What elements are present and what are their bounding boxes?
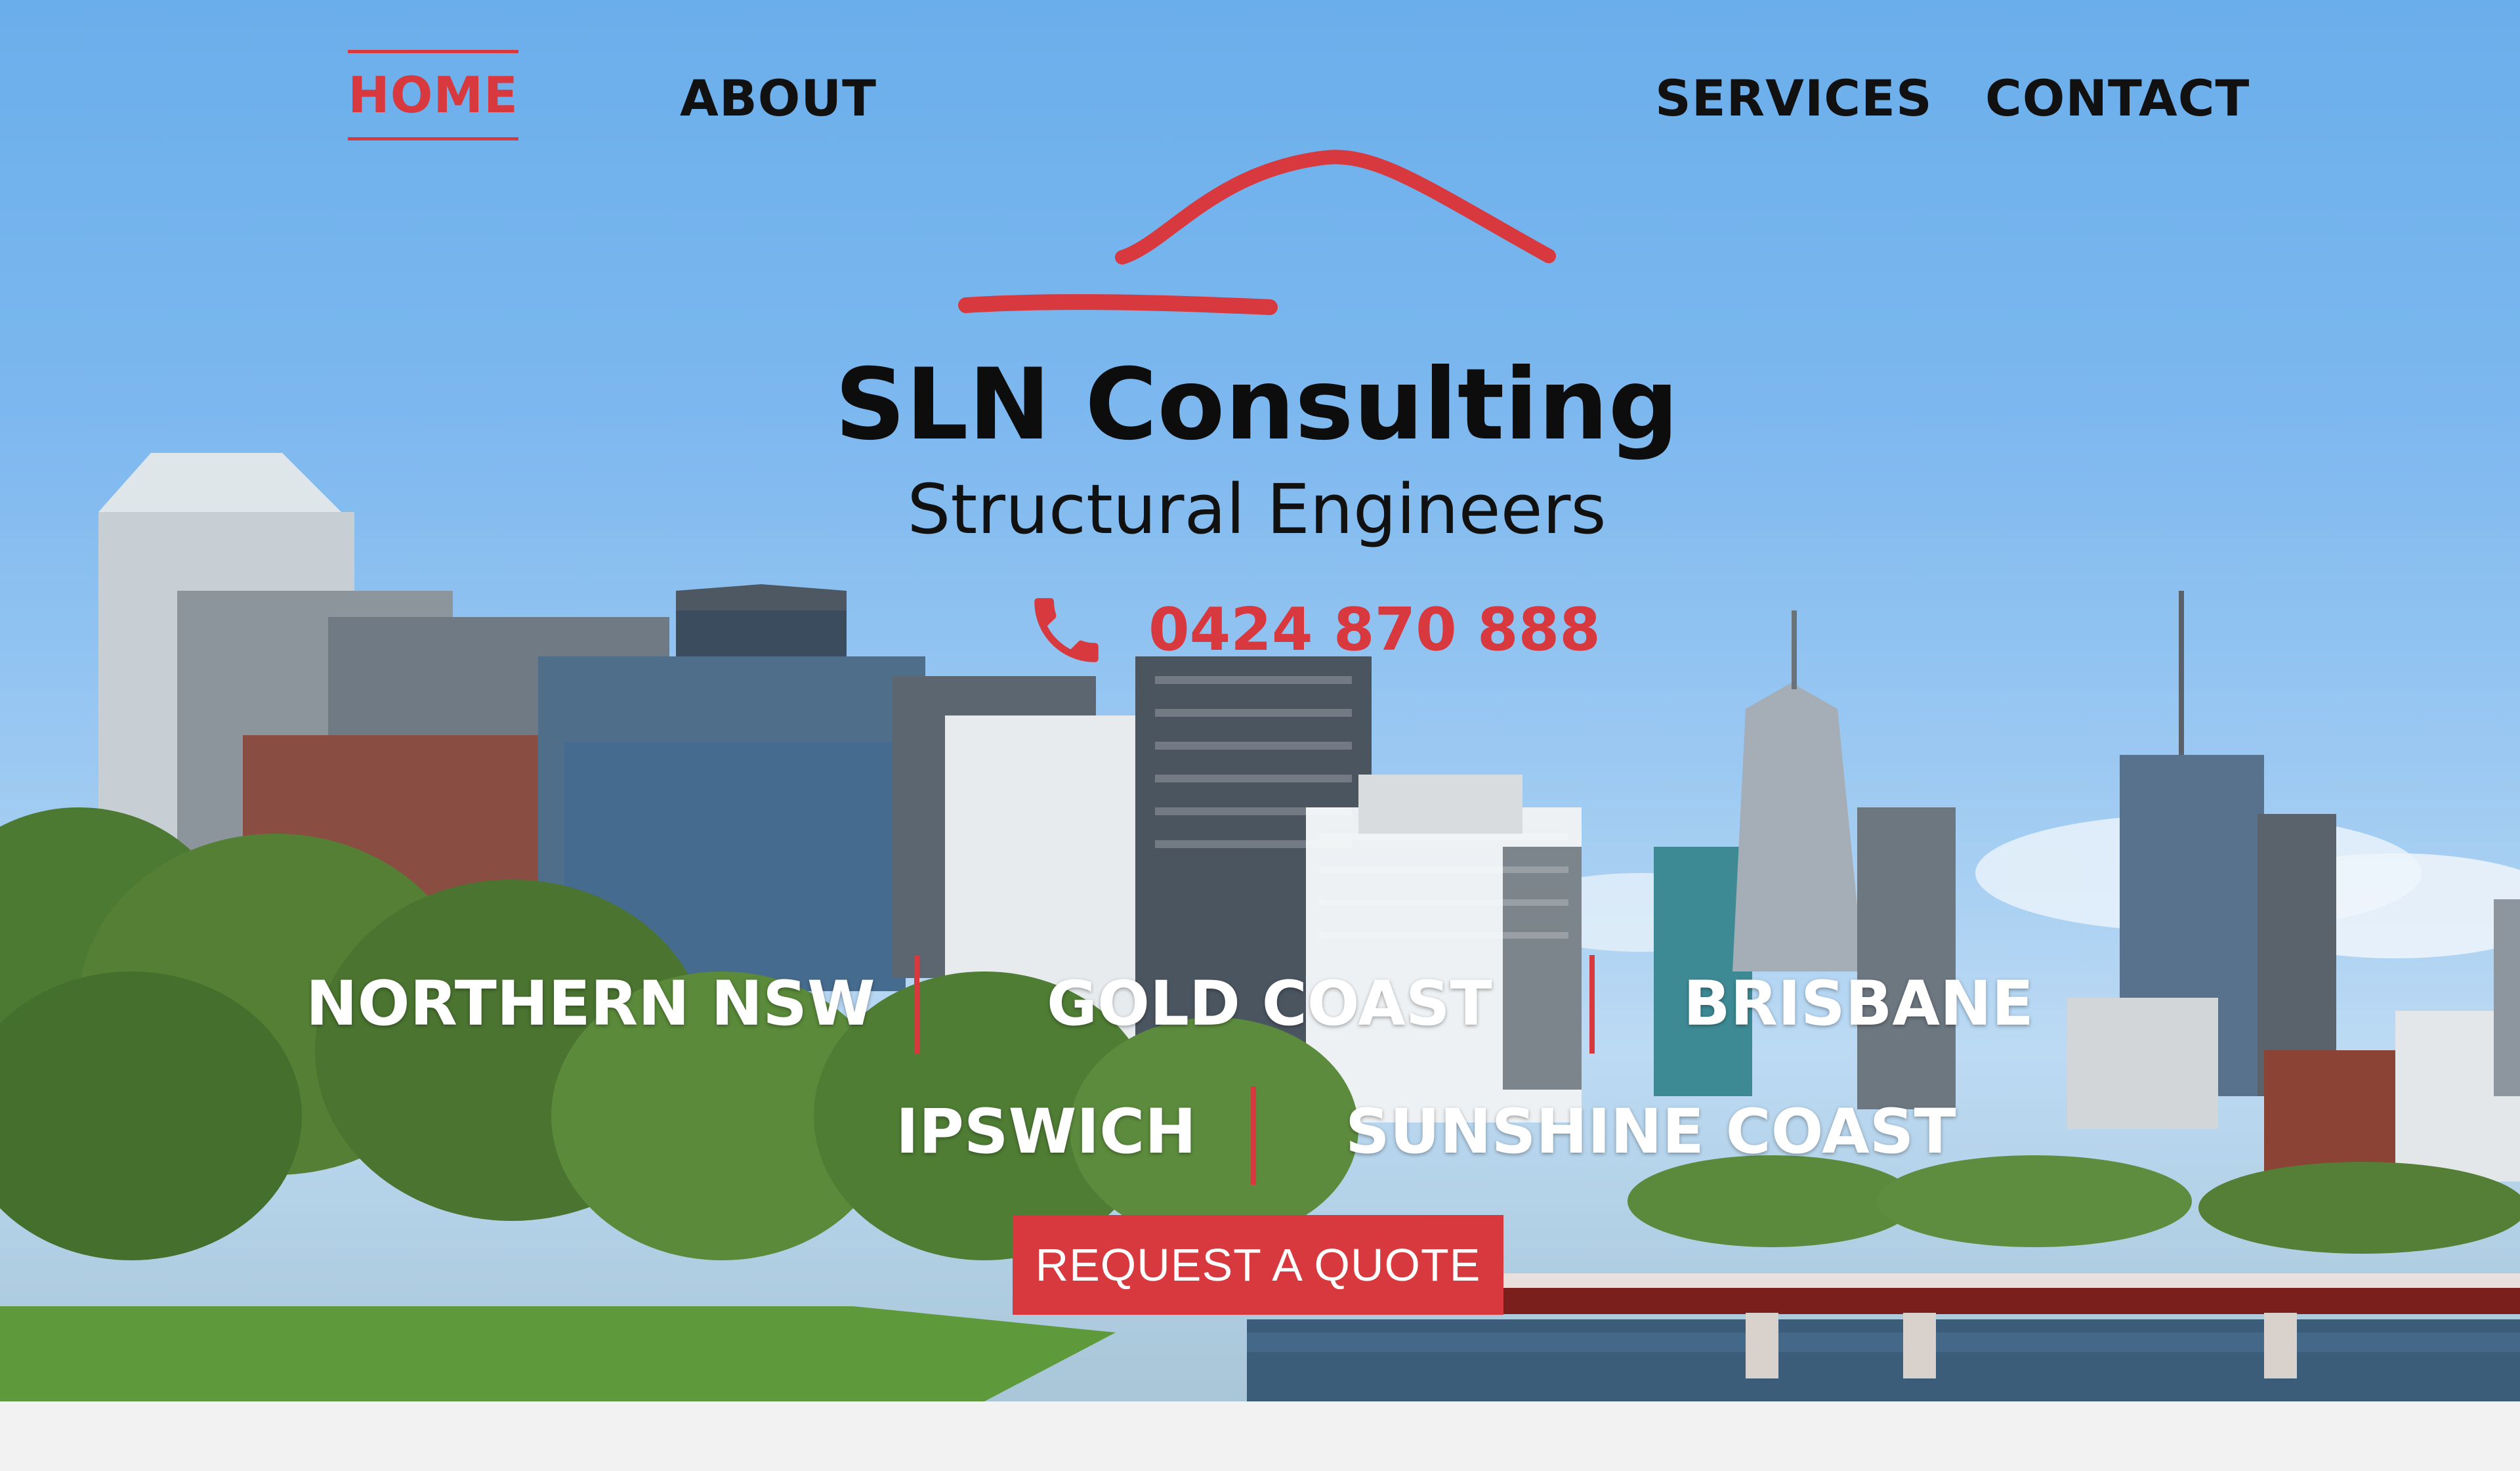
nav-services[interactable]: SERVICES — [1655, 66, 1933, 131]
nav-about[interactable]: ABOUT — [680, 66, 877, 131]
phone-link[interactable]: 0424 870 888 — [1024, 584, 1601, 676]
phone-number[interactable]: 0424 870 888 — [1148, 584, 1601, 676]
region-sunshine-coast: SUNSHINE COAST — [1345, 1096, 1956, 1168]
request-quote-button[interactable]: REQUEST A QUOTE — [1013, 1215, 1503, 1315]
nav-contact[interactable]: CONTACT — [1985, 66, 2250, 131]
region-divider — [1589, 955, 1595, 1054]
region-divider — [914, 955, 919, 1054]
brand-title: SLN Consulting — [834, 348, 1679, 462]
region-gold-coast: GOLD COAST — [1047, 968, 1492, 1040]
region-northern-nsw: NORTHERN NSW — [306, 968, 875, 1040]
region-divider — [1251, 1086, 1256, 1185]
brand-subtitle: Structural Engineers — [907, 469, 1606, 549]
page-bottom-band — [0, 1401, 2520, 1471]
phone-icon — [1034, 598, 1099, 662]
hero-section: HOME ABOUT SERVICES CONTACT SLN Consulti… — [0, 0, 2520, 1401]
nav-home[interactable]: HOME — [348, 50, 518, 140]
region-brisbane: BRISBANE — [1683, 968, 2034, 1040]
region-ipswich: IPSWICH — [896, 1096, 1196, 1168]
roof-logo-mark — [958, 150, 1556, 315]
